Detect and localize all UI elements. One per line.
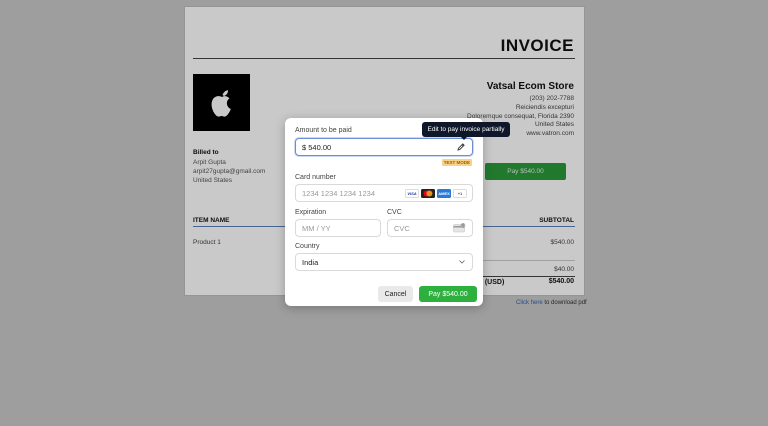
country-select[interactable]: India <box>295 253 473 271</box>
card-number-placeholder: 1234 1234 1234 1234 <box>302 188 375 198</box>
country-label: Country <box>295 243 320 250</box>
visa-icon: VISA <box>405 189 419 198</box>
tooltip-arrow <box>461 137 467 140</box>
expiration-label: Expiration <box>295 209 327 216</box>
chevron-down-icon <box>459 260 465 264</box>
cancel-button[interactable]: Cancel <box>378 286 413 302</box>
amount-input[interactable]: $ 540.00 <box>295 138 473 156</box>
test-mode-badge: TEST MODE <box>441 159 472 166</box>
cvc-placeholder: CVC <box>394 223 410 233</box>
amount-value: $ 540.00 <box>302 142 332 152</box>
card-label: Card number <box>295 174 336 181</box>
cvc-label: CVC <box>387 209 402 216</box>
payment-modal: Amount to be paid $ 540.00 TEST MODE Car… <box>285 118 483 306</box>
pencil-icon[interactable] <box>456 142 466 152</box>
expiration-placeholder: MM / YY <box>302 223 331 233</box>
mastercard-icon <box>421 189 435 198</box>
svg-text:123: 123 <box>461 224 466 227</box>
cvc-card-icon: 123 <box>453 223 466 233</box>
amount-label: Amount to be paid <box>295 127 352 134</box>
expiration-input[interactable]: MM / YY <box>295 219 381 237</box>
cvc-input[interactable]: CVC 123 <box>387 219 473 237</box>
country-value: India <box>302 257 319 267</box>
card-number-input[interactable]: 1234 1234 1234 1234 VISA AMEX +1 <box>295 184 473 202</box>
more-cards-icon: +1 <box>453 189 467 198</box>
card-brands: VISA AMEX +1 <box>405 189 467 198</box>
amex-icon: AMEX <box>437 189 451 198</box>
edit-amount-tooltip: Edit to pay invoice partially <box>422 122 510 137</box>
pay-button[interactable]: Pay $540.00 <box>419 286 477 302</box>
